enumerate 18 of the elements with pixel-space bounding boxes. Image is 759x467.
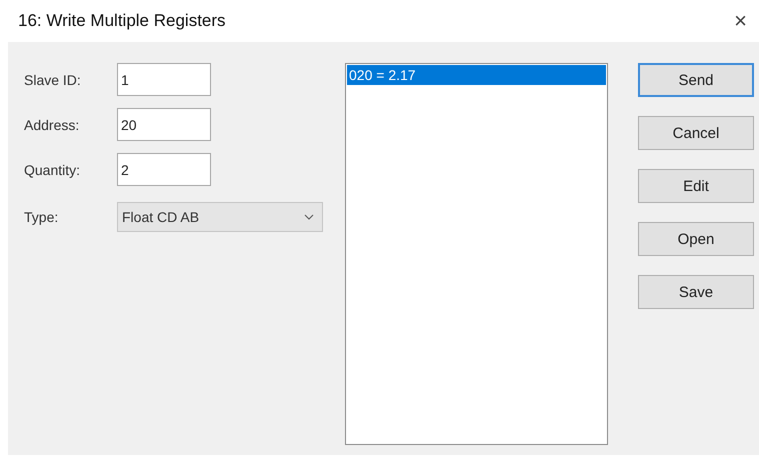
field-label: Slave ID:: [24, 72, 82, 88]
close-button[interactable]: ×: [730, 8, 751, 34]
field-label: Quantity:: [24, 162, 82, 178]
field-label: Type:: [24, 209, 60, 225]
dialog-button[interactable]: Save: [638, 275, 754, 309]
list-item[interactable]: 020 = 2.17: [347, 65, 606, 85]
input-field[interactable]: 20: [117, 108, 211, 141]
caret-icon: [304, 214, 314, 220]
input-field[interactable]: 1: [117, 63, 211, 96]
type-dropdown[interactable]: Float CD AB: [117, 202, 323, 232]
field-label: Address:: [24, 116, 80, 132]
dialog-button[interactable]: Send: [638, 63, 754, 97]
dialog-button[interactable]: Edit: [638, 169, 754, 203]
input-field[interactable]: 2: [117, 153, 211, 186]
dialog-button[interactable]: Open: [638, 222, 754, 256]
window-title: 16: Write Multiple Registers: [18, 11, 226, 31]
dialog-button[interactable]: Cancel: [638, 116, 754, 150]
register-list[interactable]: 020 = 2.17: [345, 63, 608, 445]
